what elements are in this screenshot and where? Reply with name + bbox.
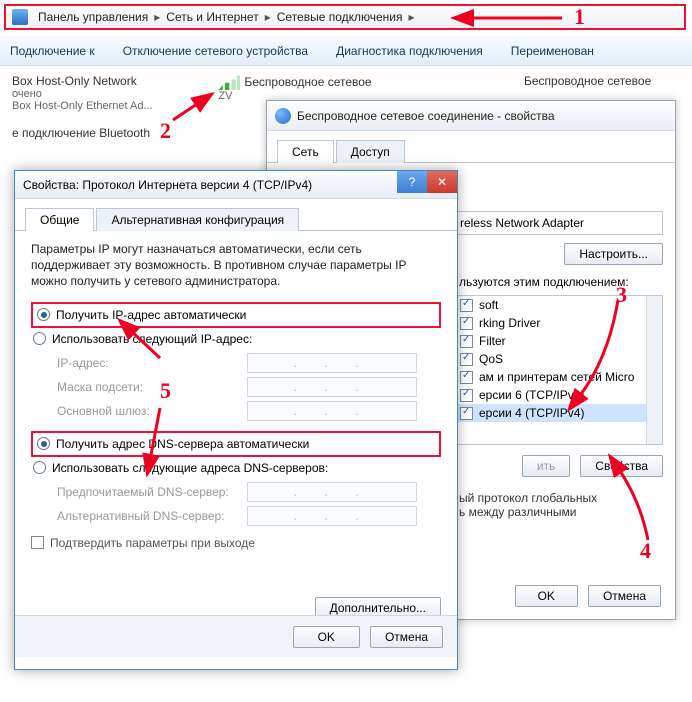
annotation-1: 1: [574, 4, 585, 30]
install-button[interactable]: ить: [522, 455, 570, 477]
radio-icon: [33, 461, 46, 474]
dns2-input: . . .: [247, 506, 417, 526]
tabs: Сеть Доступ: [267, 131, 675, 163]
toolbar-item[interactable]: Диагностика подключения: [336, 44, 483, 58]
control-panel-icon: [12, 9, 28, 25]
breadcrumb-item[interactable]: Сетевые подключения: [273, 10, 407, 24]
chevron-right-icon: ▸: [154, 10, 160, 24]
radio-manual-ip[interactable]: Использовать следующий IP-адрес:: [31, 329, 441, 349]
toolbar: Подключение к Отключение сетевого устрой…: [0, 36, 692, 66]
tab-access[interactable]: Доступ: [336, 140, 405, 163]
toolbar-item[interactable]: Подключение к: [10, 44, 95, 58]
ok-button[interactable]: OK: [515, 585, 578, 607]
cancel-button[interactable]: Отмена: [370, 626, 443, 648]
annotation-4: 4: [640, 538, 651, 564]
window-titlebar[interactable]: Свойства: Протокол Интернета версии 4 (T…: [15, 171, 457, 199]
toolbar-item[interactable]: Переименован: [511, 44, 594, 58]
label-dns1: Предпочитаемый DNS-сервер:: [57, 485, 237, 499]
signal-icon: [218, 74, 240, 90]
cancel-button[interactable]: Отмена: [588, 585, 661, 607]
window-title: Беспроводное сетевое соединение - свойст…: [297, 109, 555, 123]
network-item[interactable]: Беспроводное сетевое ZV: [218, 74, 448, 102]
ok-button[interactable]: OK: [293, 626, 360, 648]
help-button[interactable]: ?: [397, 171, 427, 193]
mask-input: . . .: [247, 377, 417, 397]
network-item[interactable]: Беспроводное сетевое: [524, 74, 692, 88]
intro-text: Параметры IP могут назначаться автоматич…: [31, 241, 441, 290]
annotation-2: 2: [160, 118, 171, 144]
radio-manual-dns[interactable]: Использовать следующие адреса DNS-сервер…: [31, 458, 441, 478]
tab-alternate[interactable]: Альтернативная конфигурация: [96, 208, 299, 231]
properties-button[interactable]: Свойства: [580, 455, 663, 477]
gateway-input: . . .: [247, 401, 417, 421]
label-gateway: Основной шлюз:: [57, 404, 237, 418]
configure-button[interactable]: Настроить...: [564, 243, 663, 265]
label-dns2: Альтернативный DNS-сервер:: [57, 509, 237, 523]
label-ip: IP-адрес:: [57, 356, 237, 370]
tabs: Общие Альтернативная конфигурация: [15, 199, 457, 231]
toolbar-item[interactable]: Отключение сетевого устройства: [123, 44, 308, 58]
highlight-auto-ip: Получить IP-адрес автоматически: [31, 302, 441, 328]
annotation-3: 3: [616, 282, 627, 308]
window-title: Свойства: Протокол Интернета версии 4 (T…: [23, 178, 312, 192]
label-mask: Маска подсети:: [57, 380, 237, 394]
radio-auto-dns[interactable]: Получить адрес DNS-сервера автоматически: [35, 434, 437, 454]
tab-network[interactable]: Сеть: [277, 140, 334, 163]
checkbox-icon: [31, 536, 44, 549]
ip-input: . . .: [247, 353, 417, 373]
network-item[interactable]: Box Host-Only Network очено Box Host-Onl…: [12, 74, 207, 112]
network-item[interactable]: е подключение Bluetooth: [12, 126, 242, 140]
radio-icon: [37, 437, 50, 450]
radio-icon: [33, 332, 46, 345]
window-titlebar[interactable]: Беспроводное сетевое соединение - свойст…: [267, 101, 675, 131]
tab-general[interactable]: Общие: [25, 208, 94, 231]
close-button[interactable]: ✕: [427, 171, 457, 193]
ipv4-properties-window: Свойства: Протокол Интернета версии 4 (T…: [14, 170, 458, 670]
scrollbar[interactable]: [646, 296, 662, 444]
highlight-auto-dns: Получить адрес DNS-сервера автоматически: [31, 431, 441, 457]
breadcrumb-item[interactable]: Сеть и Интернет: [162, 10, 262, 24]
chevron-right-icon: ▸: [409, 10, 415, 24]
chevron-right-icon: ▸: [265, 10, 271, 24]
breadcrumb-item[interactable]: Панель управления: [34, 10, 152, 24]
dns1-input: . . .: [247, 482, 417, 502]
radio-auto-ip[interactable]: Получить IP-адрес автоматически: [35, 305, 437, 325]
annotation-5: 5: [160, 378, 171, 404]
connection-icon: [275, 108, 291, 124]
radio-icon: [37, 308, 50, 321]
validate-checkbox[interactable]: Подтвердить параметры при выходе: [31, 536, 441, 550]
